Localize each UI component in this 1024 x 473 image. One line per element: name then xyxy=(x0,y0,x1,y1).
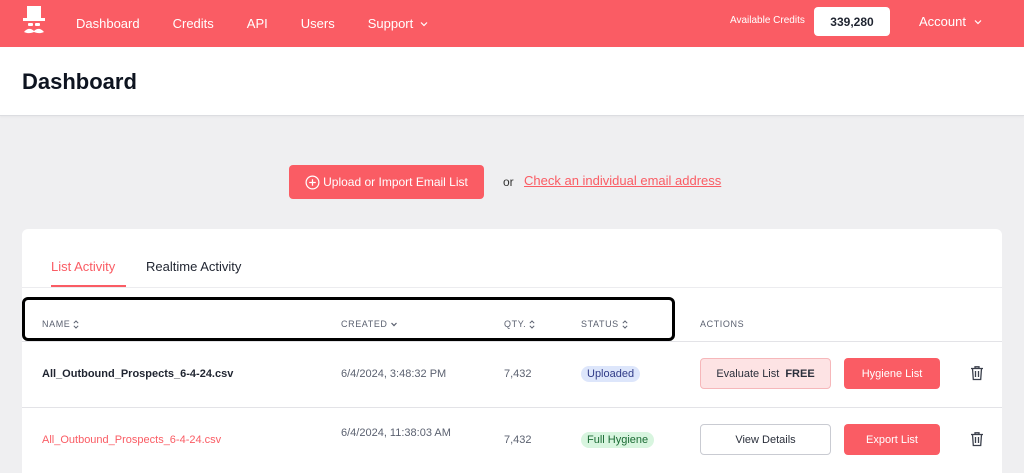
account-label: Account xyxy=(919,14,966,29)
tab-list-activity[interactable]: List Activity xyxy=(51,259,115,274)
export-list-button[interactable]: Export List xyxy=(844,424,940,455)
chevron-down-icon xyxy=(974,19,982,24)
credits-balance[interactable]: 339,280 xyxy=(814,7,890,36)
nav-support-label: Support xyxy=(367,16,414,31)
tab-realtime-activity[interactable]: Realtime Activity xyxy=(146,259,241,274)
list-activity-card: List Activity Realtime Activity NAME CRE… xyxy=(22,229,1002,473)
nav-users[interactable]: Users xyxy=(301,16,335,31)
file-name-link[interactable]: All_Outbound_Prospects_6-4-24.csv xyxy=(42,434,221,446)
available-credits-label: Available Credits xyxy=(730,15,805,26)
trash-icon[interactable] xyxy=(970,431,984,447)
nav-credits[interactable]: Credits xyxy=(173,16,214,31)
evaluate-label: Evaluate List xyxy=(716,367,780,380)
table-row: All_Outbound_Prospects_6-4-24.csv 6/4/20… xyxy=(22,408,1002,473)
top-hat-mustache-logo[interactable] xyxy=(22,6,46,38)
nav-users-label: Users xyxy=(300,16,335,31)
nav-api-label: API xyxy=(246,16,268,31)
nav-dashboard[interactable]: Dashboard xyxy=(76,16,140,31)
file-name: All_Outbound_Prospects_6-4-24.csv xyxy=(42,368,234,380)
tabs-divider xyxy=(22,287,1002,288)
table-row: All_Outbound_Prospects_6-4-24.csv 6/4/20… xyxy=(22,342,1002,407)
column-header-actions: ACTIONS xyxy=(700,319,744,329)
header-highlight-box xyxy=(22,297,675,341)
column-actions-label: ACTIONS xyxy=(700,319,745,329)
chevron-down-icon xyxy=(420,21,428,26)
top-navbar: Dashboard Credits API Users Support Avai… xyxy=(0,0,1024,47)
status-badge: Full Hygiene xyxy=(581,432,655,448)
upload-email-list-button[interactable]: Upload or Import Email List xyxy=(289,165,484,199)
check-individual-email-link[interactable]: Check an individual email address xyxy=(524,173,721,188)
plus-circle-icon xyxy=(305,175,320,189)
or-separator: or xyxy=(503,175,514,189)
free-tag: FREE xyxy=(785,367,815,380)
evaluate-list-button[interactable]: Evaluate List FREE xyxy=(700,358,831,389)
main-nav: Dashboard Credits API Users Support xyxy=(76,0,461,47)
nav-support[interactable]: Support xyxy=(368,16,429,31)
nav-dashboard-label: Dashboard xyxy=(76,16,140,31)
created-date: 6/4/2024, 11:38:03 AM xyxy=(341,427,451,439)
nav-credits-label: Credits xyxy=(172,16,214,31)
page-title: Dashboard xyxy=(22,69,137,94)
hygiene-list-button[interactable]: Hygiene List xyxy=(844,358,940,389)
created-date: 6/4/2024, 3:48:32 PM xyxy=(341,368,447,380)
account-menu[interactable]: Account xyxy=(919,14,982,29)
quantity: 7,432 xyxy=(504,368,532,380)
view-details-button[interactable]: View Details xyxy=(700,424,831,455)
status-badge: Uploaded xyxy=(581,366,641,382)
trash-icon[interactable] xyxy=(970,365,984,381)
quantity: 7,432 xyxy=(504,434,532,446)
page-header: Dashboard xyxy=(0,47,1024,116)
nav-api[interactable]: API xyxy=(247,16,268,31)
upload-button-label: Upload or Import Email List xyxy=(323,175,468,189)
